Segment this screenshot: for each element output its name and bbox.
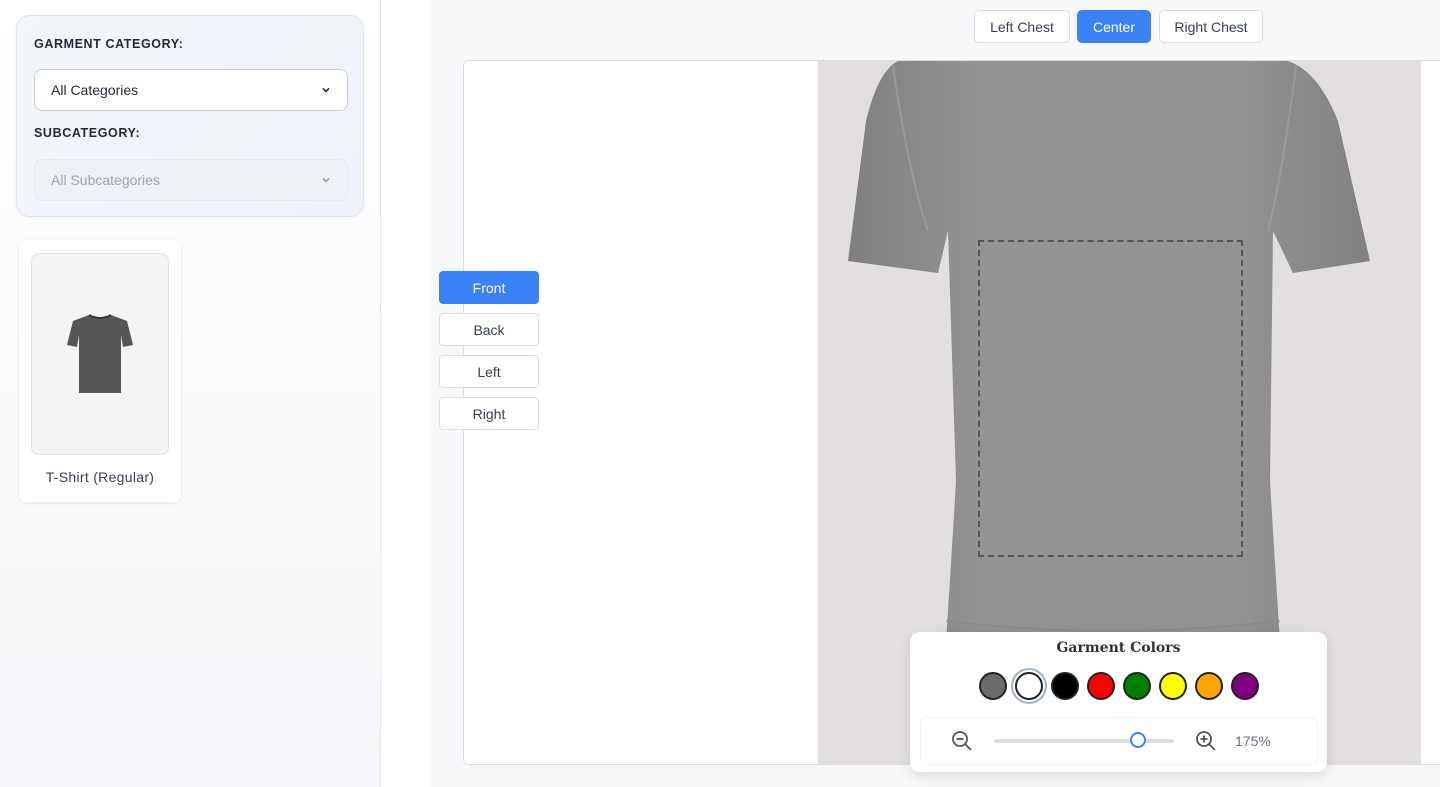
- product-thumbnail: [31, 253, 169, 455]
- view-left-button[interactable]: Left: [439, 355, 539, 388]
- sidebar: GARMENT CATEGORY: All Categories SUBCATE…: [0, 0, 381, 787]
- zoom-out-icon[interactable]: [951, 730, 973, 752]
- category-label: GARMENT CATEGORY:: [34, 37, 184, 51]
- color-swatch[interactable]: [1231, 672, 1259, 700]
- filter-card: GARMENT CATEGORY: All Categories SUBCATE…: [16, 15, 364, 217]
- chevron-down-icon: [322, 177, 330, 183]
- subcategory-select-value: All Subcategories: [51, 172, 160, 188]
- zoom-controls: 175%: [920, 717, 1318, 765]
- color-swatch[interactable]: [1087, 672, 1115, 700]
- zoom-slider-track[interactable]: [994, 739, 1174, 743]
- print-area-outline[interactable]: [978, 240, 1243, 557]
- zoom-in-icon[interactable]: [1195, 730, 1217, 752]
- category-select[interactable]: All Categories: [34, 69, 348, 111]
- color-swatch[interactable]: [1159, 672, 1187, 700]
- category-select-value: All Categories: [51, 82, 139, 98]
- zoom-value: 175%: [1235, 733, 1271, 749]
- subcategory-select[interactable]: All Subcategories: [34, 159, 348, 201]
- view-right-button[interactable]: Right: [439, 397, 539, 430]
- placement-center-button[interactable]: Center: [1077, 10, 1151, 43]
- view-back-button[interactable]: Back: [439, 313, 539, 346]
- garment-colors-panel: Garment Colors 175%: [910, 632, 1327, 772]
- placement-right-chest-button[interactable]: Right Chest: [1159, 10, 1263, 43]
- zoom-slider-thumb[interactable]: [1130, 732, 1146, 748]
- chevron-down-icon: [322, 87, 330, 93]
- product-name: T-Shirt (Regular): [45, 469, 155, 485]
- garment-colors-title: Garment Colors: [1056, 640, 1181, 656]
- color-swatch[interactable]: [979, 672, 1007, 700]
- placement-left-chest-button[interactable]: Left Chest: [974, 10, 1070, 43]
- tshirt-thumbnail-icon: [67, 314, 133, 393]
- subcategory-label: SUBCATEGORY:: [34, 126, 141, 140]
- product-card[interactable]: T-Shirt (Regular): [19, 240, 181, 502]
- view-front-button[interactable]: Front: [439, 271, 539, 304]
- color-swatch[interactable]: [1051, 672, 1079, 700]
- color-swatch[interactable]: [1123, 672, 1151, 700]
- color-swatch[interactable]: [1015, 672, 1043, 700]
- color-swatch[interactable]: [1195, 672, 1223, 700]
